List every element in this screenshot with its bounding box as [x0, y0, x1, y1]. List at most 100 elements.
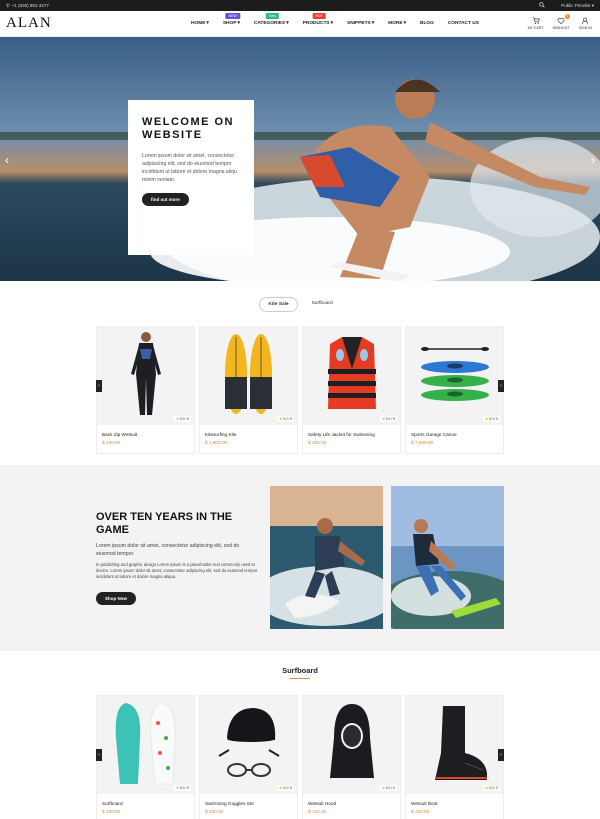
chevron-down-icon: ▾	[237, 21, 240, 26]
star-icon: ★	[175, 417, 179, 421]
product-price: $ 330.00	[102, 809, 121, 814]
chevron-left-icon[interactable]: ‹	[96, 380, 102, 392]
slider-dot[interactable]	[300, 268, 303, 271]
chevron-down-icon: ▾	[403, 21, 406, 26]
slider-dots	[294, 268, 303, 271]
product-card[interactable]: ★ 0.0 / 5 Kitesurfing Kite $ 1,800.00	[199, 326, 298, 454]
nav-label: PRODUCTS	[302, 21, 330, 26]
shop-now-button[interactable]: Shop Now	[96, 592, 136, 605]
rating-value: 0.0 / 5	[282, 417, 292, 421]
nav-label: SNIPPETS	[347, 21, 371, 26]
chevron-left-icon[interactable]: ‹	[5, 153, 9, 167]
nav-item-blog[interactable]: BLOG	[413, 21, 441, 26]
nav-label: HOME	[191, 21, 206, 26]
hero-card: WELCOME ON WEBSITE Lorem ipsum dolor sit…	[128, 100, 254, 255]
nav-label: CATEGORIES	[253, 21, 286, 26]
product-image[interactable]: ★ 0.0 / 5	[97, 696, 194, 794]
nav-item-snippets[interactable]: SNIPPETS▾	[340, 21, 381, 26]
find-out-more-button[interactable]: find out more	[142, 193, 189, 206]
about-text-2: In publishing and graphic design Lorem i…	[96, 562, 258, 579]
star-icon: ★	[381, 417, 385, 421]
slider-dot[interactable]	[294, 268, 297, 271]
product-name[interactable]: Wetsuit Boot	[411, 801, 503, 806]
nav-label: CONTACT US	[447, 21, 479, 26]
product-name[interactable]: Sports Garage Canoe	[411, 432, 503, 437]
user-icon	[582, 17, 589, 25]
surfboard-pair-icon	[106, 698, 186, 793]
product-price: $ 7,000.00	[411, 440, 434, 445]
product-card[interactable]: ★ 0.0 / 5 Sports Garage Canoe $ 7,000.00	[405, 326, 504, 454]
life-jacket-icon	[312, 329, 392, 424]
product-tabs: Kite Sale Surfboard	[0, 297, 600, 312]
product-image[interactable]: ★ 0.0 / 5	[303, 696, 400, 794]
nav-badge: NEW	[225, 13, 240, 19]
product-carousel-kite-sale: ★ 0.0 / 5 Back Zip Wetsuit $ 100.00 ★ 0.0 /…	[96, 326, 504, 454]
nav-item-categories[interactable]: CATEGORIES▾ New	[247, 13, 296, 26]
product-price: $ 100.00	[102, 440, 121, 445]
signin-button[interactable]: SIGN IN	[579, 17, 592, 30]
heart-icon	[557, 18, 565, 25]
nav-item-more[interactable]: MORE▾	[381, 21, 413, 26]
rating-value: 0.0 / 5	[179, 786, 189, 790]
about-section: OVER TEN YEARS IN THE GAME Lorem ipsum d…	[0, 465, 600, 651]
wishlist-label: WISHLIST	[552, 26, 570, 30]
pricelist-label: Public Pricelist	[561, 2, 591, 8]
product-card[interactable]: ★ 0.0 / 5 Back Zip Wetsuit $ 100.00	[96, 326, 195, 454]
cart-button[interactable]: MY CART	[528, 17, 544, 30]
product-card[interactable]: ★ 0.0 / 5 Wetsuit Boot $ 150.00	[405, 695, 504, 819]
rating-value: 0.0 / 5	[488, 786, 498, 790]
product-card[interactable]: ★ 0.0 / 5 Wetsuit Hood $ 100.00	[302, 695, 401, 819]
tab-surfboard[interactable]: Surfboard	[304, 297, 341, 312]
wishlist-count: 0	[564, 14, 570, 19]
wetsuit-icon	[106, 329, 186, 424]
product-image[interactable]: ★ 0.0 / 5	[97, 327, 194, 425]
search-icon[interactable]	[539, 2, 545, 9]
product-name[interactable]: Surfboard	[102, 801, 194, 806]
product-image[interactable]: ★ 0.0 / 5	[406, 696, 503, 794]
nav-item-products[interactable]: PRODUCTS▾ HOT	[296, 13, 340, 26]
chevron-down-icon: ▾	[286, 21, 289, 26]
phone-number[interactable]: +1 (630) 891-3277	[12, 3, 49, 8]
main-header: ALAN HOME▾ SHOP▾ NEW CATEGORIES▾ New PRODUCTS…	[0, 11, 600, 37]
rating-value: 0.0 / 5	[488, 417, 498, 421]
nav-label: MORE	[388, 21, 403, 26]
chevron-right-icon[interactable]: ›	[498, 749, 504, 761]
product-price: $ 150.00	[411, 809, 430, 814]
product-card[interactable]: ★ 0.0 / 5 Surfboard $ 330.00	[96, 695, 195, 819]
product-name[interactable]: Back Zip Wetsuit	[102, 432, 194, 437]
product-carousel-surfboard: ★ 0.0 / 5 Surfboard $ 330.00 ★ 0.0 / 5 Swimm…	[96, 695, 504, 819]
chevron-right-icon[interactable]: ›	[498, 380, 504, 392]
swim-cap-goggles-icon	[209, 698, 289, 793]
wishlist-button[interactable]: 0 WISHLIST	[552, 14, 570, 30]
pricelist-dropdown[interactable]: Public Pricelist ▾	[561, 3, 594, 9]
nav-badge: HOT	[312, 13, 326, 19]
rating-value: 0.0 / 5	[385, 417, 395, 421]
product-name[interactable]: Swimming Goggles Set	[205, 801, 297, 806]
chevron-right-icon[interactable]: ›	[591, 153, 595, 167]
nav-item-home[interactable]: HOME▾	[184, 21, 216, 26]
nav-item-contact-us[interactable]: CONTACT US	[441, 21, 486, 26]
product-image[interactable]: ★ 0.0 / 5	[200, 327, 297, 425]
section-title-surfboard: Surfboard	[282, 666, 318, 675]
phone-icon: ✆	[6, 2, 10, 8]
chevron-left-icon[interactable]: ‹	[96, 749, 102, 761]
hero-text: Lorem ipsum dolor sit amet, consectetur …	[142, 153, 237, 183]
section-title-underline	[290, 678, 310, 679]
product-card[interactable]: ★ 0.0 / 5 Swimming Goggles Set $ 100.00	[199, 695, 298, 819]
logo[interactable]: ALAN	[6, 15, 176, 32]
product-price: $ 100.00	[308, 809, 327, 814]
rating-value: 0.0 / 5	[385, 786, 395, 790]
surfboard-icon	[209, 329, 289, 424]
product-image[interactable]: ★ 0.0 / 5	[200, 696, 297, 794]
signin-label: SIGN IN	[578, 26, 592, 30]
product-card[interactable]: ★ 0.0 / 5 Safety Life Jacket for Swimming…	[302, 326, 401, 454]
product-name[interactable]: Wetsuit Hood	[308, 801, 400, 806]
product-image[interactable]: ★ 0.0 / 5	[406, 327, 503, 425]
product-name[interactable]: Kitesurfing Kite	[205, 432, 297, 437]
chevron-down-icon: ▾	[206, 21, 209, 26]
tab-kite-sale[interactable]: Kite Sale	[259, 297, 298, 312]
product-image[interactable]: ★ 0.0 / 5	[303, 327, 400, 425]
product-name[interactable]: Safety Life Jacket for Swimming	[308, 432, 400, 437]
cart-label: MY CART	[527, 26, 544, 30]
nav-item-shop[interactable]: SHOP▾ NEW	[216, 13, 247, 26]
